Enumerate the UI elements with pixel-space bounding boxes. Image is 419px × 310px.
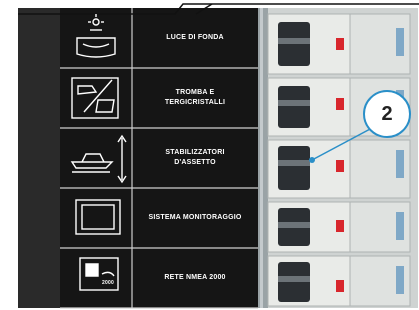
callout-number-badge: 2: [363, 90, 411, 138]
electrical-panel-photo: LUCE DI FONDA TROMBA E TERGICRISTALLI ST…: [0, 0, 419, 310]
label-luce-di-fonda: LUCE DI FONDA: [166, 34, 224, 41]
nmea-icon-text: 2000: [102, 280, 114, 286]
label-tromba-tergicristalli: TROMBA E TERGICRISTALLI: [164, 89, 226, 106]
label-stabilizzatori: STABILIZZATORI D'ASSETTO: [165, 149, 225, 166]
label-sistema-monitoraggio: SISTEMA MONITORAGGIO: [148, 214, 242, 221]
label-rete-nmea: RETE NMEA 2000: [164, 274, 226, 281]
circuit-breakers: [267, 13, 411, 307]
